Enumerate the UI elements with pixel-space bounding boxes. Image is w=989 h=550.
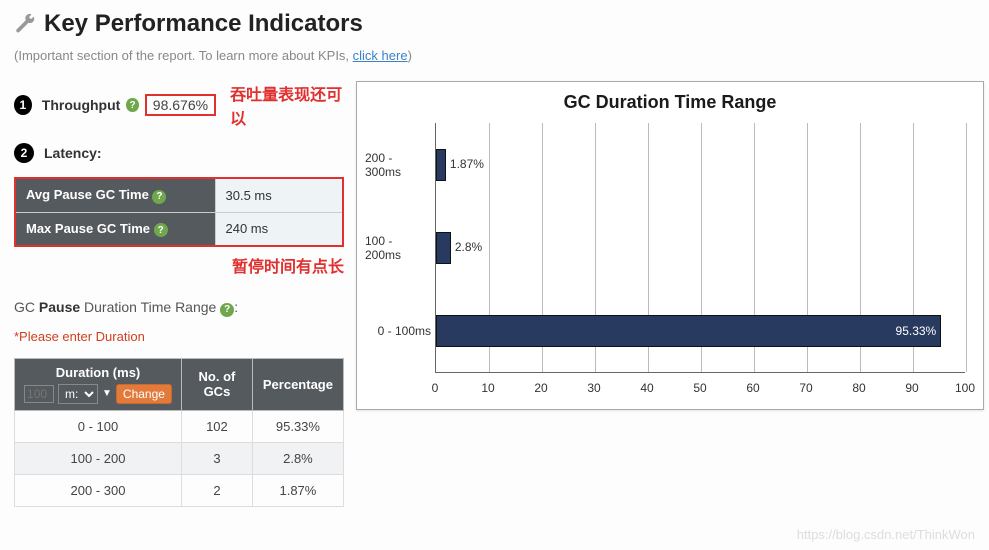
chart-title: GC Duration Time Range — [365, 92, 975, 113]
x-axis-tick: 30 — [587, 381, 600, 395]
watermark: https://blog.csdn.net/ThinkWon — [797, 527, 975, 542]
col-duration: Duration (ms) — [56, 365, 141, 380]
cell-gcs: 3 — [182, 442, 253, 474]
x-axis-tick: 10 — [481, 381, 494, 395]
x-axis-tick: 50 — [693, 381, 706, 395]
table-row: 0 - 10010295.33% — [15, 410, 344, 442]
help-icon[interactable]: ? — [154, 223, 168, 237]
page-title: Key Performance Indicators — [14, 10, 975, 38]
latency-metric-value: 240 ms — [215, 212, 343, 246]
latency-label: Latency: — [44, 145, 102, 161]
bar-value-label: 2.8% — [455, 240, 482, 254]
col-gcs: No. of GCs — [199, 369, 236, 399]
help-icon[interactable]: ? — [220, 303, 234, 317]
x-axis-tick: 40 — [640, 381, 653, 395]
y-axis-tick: 100 - 200ms — [365, 234, 431, 262]
help-icon[interactable]: ? — [126, 98, 138, 112]
latency-metric-label: Max Pause GC Time ? — [15, 212, 215, 246]
cell-gcs: 102 — [182, 410, 253, 442]
x-axis-tick: 60 — [746, 381, 759, 395]
cell-pct: 2.8% — [252, 442, 343, 474]
y-axis-tick: 0 - 100ms — [378, 324, 431, 338]
col-percentage: Percentage — [263, 377, 333, 392]
duration-input[interactable] — [24, 385, 54, 403]
cell-range: 200 - 300 — [15, 474, 182, 506]
latency-row: 2 Latency: — [14, 143, 344, 163]
x-axis-tick: 90 — [905, 381, 918, 395]
duration-error: *Please enter Duration — [14, 329, 344, 344]
table-row: 100 - 20032.8% — [15, 442, 344, 474]
x-axis-tick: 70 — [799, 381, 812, 395]
x-axis-tick: 100 — [955, 381, 975, 395]
gc-duration-chart: GC Duration Time Range 95.33% 2.8% 1.87% 0 1… — [356, 81, 984, 410]
x-axis-tick: 20 — [534, 381, 547, 395]
throughput-row: 1 Throughput ? 98.676% 吞吐量表现还可以 — [14, 81, 344, 129]
cell-range: 0 - 100 — [15, 410, 182, 442]
throughput-label: Throughput — [42, 97, 121, 113]
throughput-value: 98.676% — [145, 94, 216, 116]
learn-more-link[interactable]: click here — [353, 48, 408, 63]
table-row: Avg Pause GC Time ?30.5 ms — [15, 178, 343, 212]
cell-gcs: 2 — [182, 474, 253, 506]
wrench-icon — [14, 13, 36, 35]
cell-pct: 95.33% — [252, 410, 343, 442]
x-axis-tick: 0 — [432, 381, 439, 395]
chart-plot-area: 95.33% 2.8% 1.87% — [435, 123, 965, 373]
cell-range: 100 - 200 — [15, 442, 182, 474]
page-subtitle: (Important section of the report. To lea… — [14, 48, 975, 63]
x-axis-tick: 80 — [852, 381, 865, 395]
chevron-down-icon: ▼ — [102, 388, 112, 399]
latency-metric-label: Avg Pause GC Time ? — [15, 178, 215, 212]
duration-table: Duration (ms) m: ▼ Change No. of GC — [14, 358, 344, 507]
throughput-annotation: 吞吐量表现还可以 — [230, 81, 344, 129]
duration-unit-select[interactable]: m: — [58, 384, 98, 404]
chart-bar — [436, 232, 451, 264]
badge-1: 1 — [14, 95, 32, 115]
table-row: 200 - 30021.87% — [15, 474, 344, 506]
latency-annotation: 暂停时间有点长 — [22, 253, 344, 277]
bar-value-label: 95.33% — [896, 324, 937, 338]
cell-pct: 1.87% — [252, 474, 343, 506]
latency-table: Avg Pause GC Time ?30.5 msMax Pause GC T… — [14, 177, 344, 247]
y-axis-tick: 200 - 300ms — [365, 151, 431, 179]
help-icon[interactable]: ? — [152, 190, 166, 204]
page-title-text: Key Performance Indicators — [44, 10, 363, 38]
chart-bar: 95.33% — [436, 315, 941, 347]
table-row: Max Pause GC Time ?240 ms — [15, 212, 343, 246]
duration-heading: GC Pause Duration Time Range ?: — [14, 299, 344, 317]
latency-metric-value: 30.5 ms — [215, 178, 343, 212]
chart-bar — [436, 149, 446, 181]
bar-value-label: 1.87% — [450, 157, 484, 171]
badge-2: 2 — [14, 143, 34, 163]
change-button[interactable]: Change — [116, 384, 172, 404]
gridline — [966, 123, 967, 372]
